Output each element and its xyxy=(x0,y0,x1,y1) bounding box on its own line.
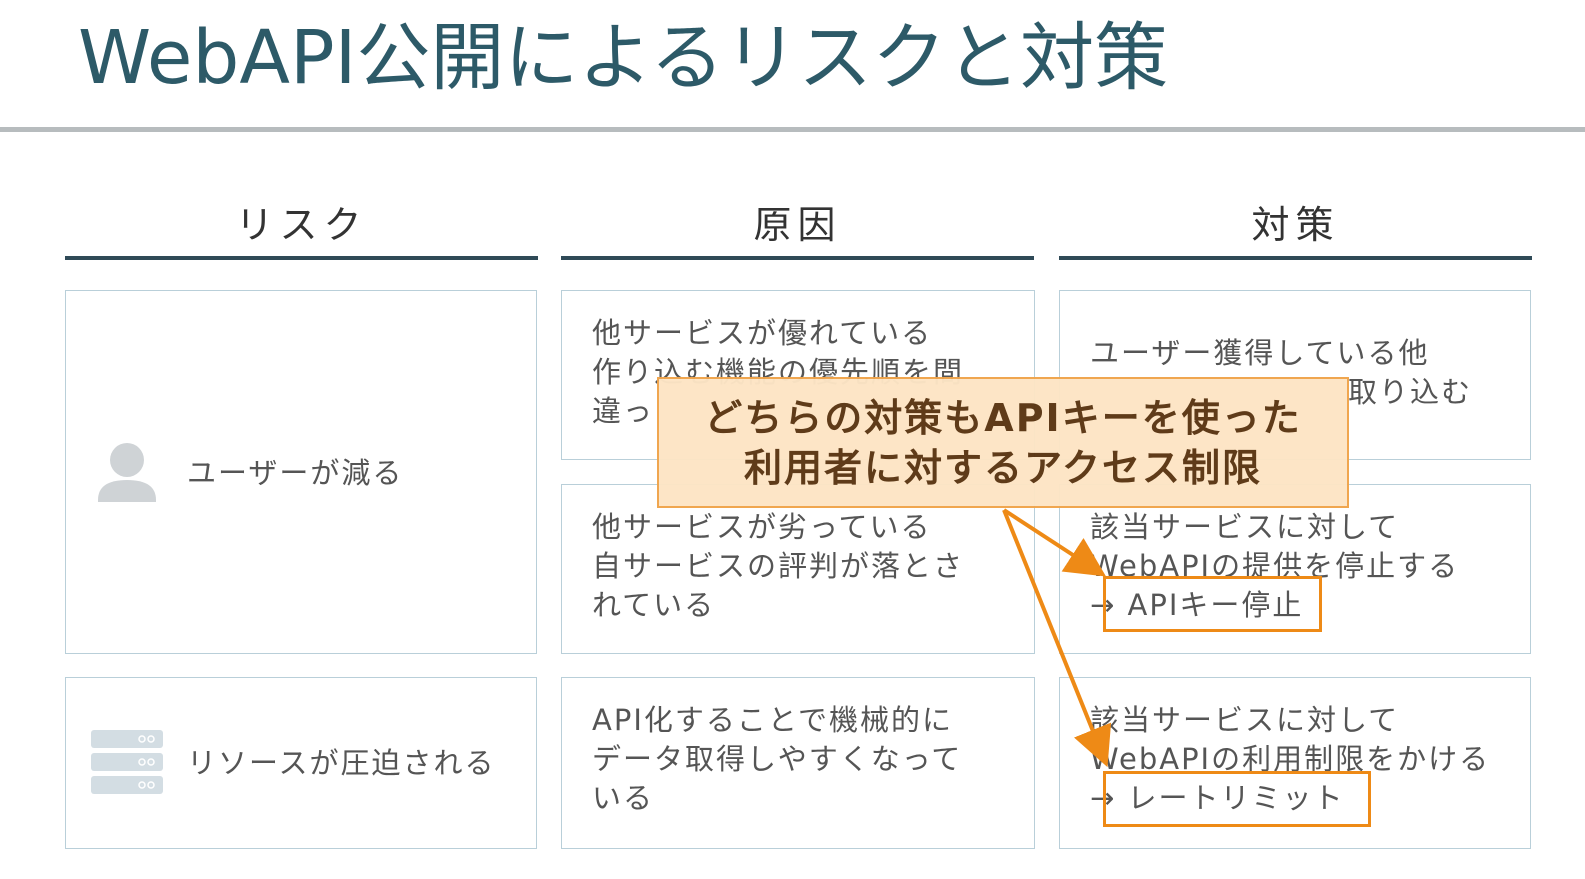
callout-arrows xyxy=(1002,508,1112,768)
arrow-to-rate-limit xyxy=(1002,509,1112,768)
